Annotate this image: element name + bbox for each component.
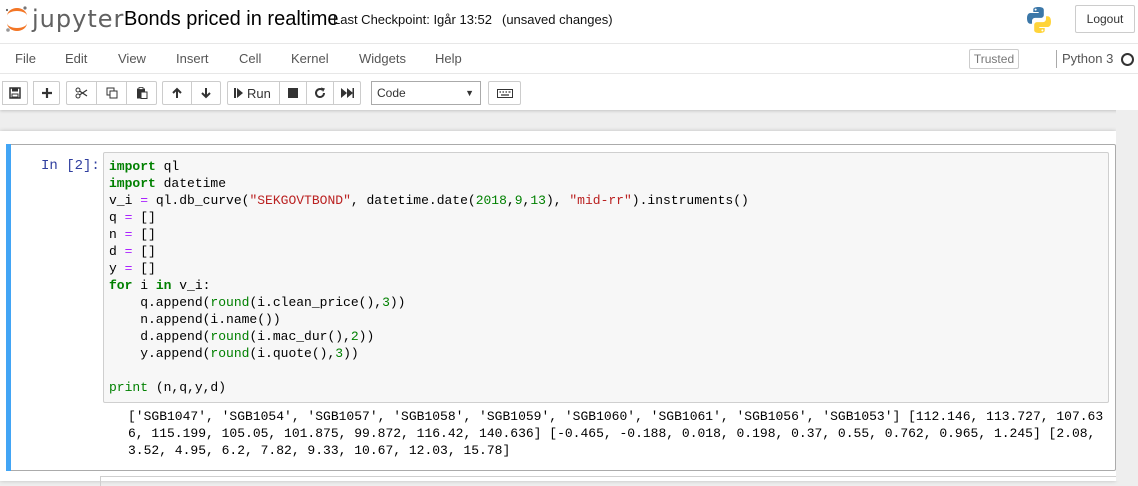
kernel-divider bbox=[1056, 50, 1057, 68]
cell-type-select[interactable]: Code ▼ bbox=[371, 81, 481, 105]
code-line[interactable]: q.append(round(i.clean_price(),3)) bbox=[109, 295, 405, 310]
jupyter-logo-icon bbox=[5, 6, 27, 32]
toolbar-insert-group bbox=[33, 81, 60, 105]
interrupt-button[interactable] bbox=[279, 81, 307, 105]
menu-widgets[interactable]: Widgets bbox=[359, 51, 406, 66]
copy-button[interactable] bbox=[96, 81, 127, 105]
autosave-status: (unsaved changes) bbox=[502, 12, 613, 27]
fast-forward-icon bbox=[340, 88, 354, 98]
menu-cell[interactable]: Cell bbox=[239, 51, 261, 66]
copy-icon bbox=[106, 87, 117, 99]
toolbar-save-group bbox=[2, 81, 28, 105]
kernel-idle-icon bbox=[1121, 53, 1134, 66]
code-line[interactable]: y = [] bbox=[109, 261, 156, 276]
move-up-button[interactable] bbox=[162, 81, 192, 105]
code-text[interactable]: import ql import datetime v_i = ql.db_cu… bbox=[109, 158, 749, 396]
code-line[interactable]: n = [] bbox=[109, 227, 156, 242]
keyboard-icon bbox=[496, 88, 513, 98]
notebook-title[interactable]: Bonds priced in realtime bbox=[124, 8, 339, 31]
menu-insert[interactable]: Insert bbox=[176, 51, 209, 66]
run-button[interactable]: Run bbox=[227, 81, 280, 105]
trusted-badge[interactable]: Trusted bbox=[969, 49, 1019, 69]
logout-button[interactable]: Logout bbox=[1075, 5, 1135, 33]
menu-kernel[interactable]: Kernel bbox=[291, 51, 329, 66]
paste-button[interactable] bbox=[126, 81, 157, 105]
code-editor[interactable]: import ql import datetime v_i = ql.db_cu… bbox=[103, 152, 1109, 403]
kernel-name: Python 3 bbox=[1062, 51, 1114, 66]
menu-help[interactable]: Help bbox=[435, 51, 462, 66]
restart-run-all-button[interactable] bbox=[333, 81, 361, 105]
arrow-up-icon bbox=[172, 87, 182, 98]
code-line[interactable]: v_i = ql.db_curve("SEKGOVTBOND", datetim… bbox=[109, 193, 749, 208]
toolbar-edit-group bbox=[66, 81, 157, 105]
save-icon bbox=[9, 87, 21, 99]
cut-button[interactable] bbox=[66, 81, 97, 105]
selected-cell-indicator bbox=[6, 144, 11, 471]
insert-cell-button[interactable] bbox=[33, 81, 60, 105]
paste-icon bbox=[136, 87, 147, 99]
step-forward-icon bbox=[234, 88, 243, 98]
toolbar-run-group: Run bbox=[227, 81, 361, 105]
header: jupyter Bonds priced in realtime Last Ch… bbox=[0, 0, 1138, 110]
cell-output: ['SGB1047', 'SGB1054', 'SGB1057', 'SGB10… bbox=[128, 408, 1103, 459]
code-line[interactable]: d.append(round(i.mac_dur(),2)) bbox=[109, 329, 374, 344]
input-prompt: In [2]: bbox=[41, 158, 100, 174]
notebook-container: In [2]: import ql import datetime v_i = … bbox=[0, 131, 1116, 486]
output-line: ['SGB1047', 'SGB1054', 'SGB1057', 'SGB10… bbox=[128, 409, 1104, 424]
chevron-down-icon: ▼ bbox=[465, 88, 474, 98]
code-line[interactable]: for i in v_i: bbox=[109, 278, 210, 293]
output-line: 6, 115.199, 105.05, 101.875, 99.872, 116… bbox=[128, 426, 1096, 441]
checkpoint-status: Last Checkpoint: Igår 13:52 bbox=[333, 12, 492, 27]
code-line[interactable]: q = [] bbox=[109, 210, 156, 225]
logo-text: jupyter bbox=[32, 5, 125, 33]
toolbar-move-group bbox=[162, 81, 221, 105]
code-line[interactable]: n.append(i.name()) bbox=[109, 312, 280, 327]
code-line[interactable]: y.append(round(i.quote(),3)) bbox=[109, 346, 358, 361]
stop-icon bbox=[288, 88, 298, 98]
refresh-icon bbox=[315, 87, 326, 99]
menu-edit[interactable]: Edit bbox=[65, 51, 87, 66]
restart-button[interactable] bbox=[306, 81, 334, 105]
cut-icon bbox=[75, 87, 88, 99]
command-palette-button[interactable] bbox=[488, 81, 521, 105]
menu-view[interactable]: View bbox=[118, 51, 146, 66]
code-line[interactable]: print (n,q,y,d) bbox=[109, 380, 226, 395]
menubar: File Edit View Insert Cell Kernel Widget… bbox=[0, 43, 1138, 74]
arrow-down-icon bbox=[201, 88, 211, 99]
move-down-button[interactable] bbox=[191, 81, 221, 105]
menu-file[interactable]: File bbox=[15, 51, 36, 66]
scrollbar-track[interactable] bbox=[1116, 110, 1138, 481]
save-button[interactable] bbox=[2, 81, 28, 105]
cell-type-value: Code bbox=[377, 86, 406, 100]
plus-icon bbox=[41, 88, 52, 98]
output-line: 3.52, 4.95, 6.2, 7.82, 9.33, 10.67, 12.0… bbox=[128, 443, 511, 458]
jupyter-logo[interactable]: jupyter bbox=[4, 4, 123, 36]
run-label: Run bbox=[247, 85, 271, 101]
code-line[interactable]: d = [] bbox=[109, 244, 156, 259]
code-line[interactable]: import ql bbox=[109, 159, 179, 174]
code-line[interactable]: import datetime bbox=[109, 176, 226, 191]
python-logo-icon bbox=[1027, 7, 1051, 33]
code-cell[interactable]: In [2]: import ql import datetime v_i = … bbox=[6, 144, 1116, 471]
next-cell[interactable] bbox=[100, 476, 1116, 486]
